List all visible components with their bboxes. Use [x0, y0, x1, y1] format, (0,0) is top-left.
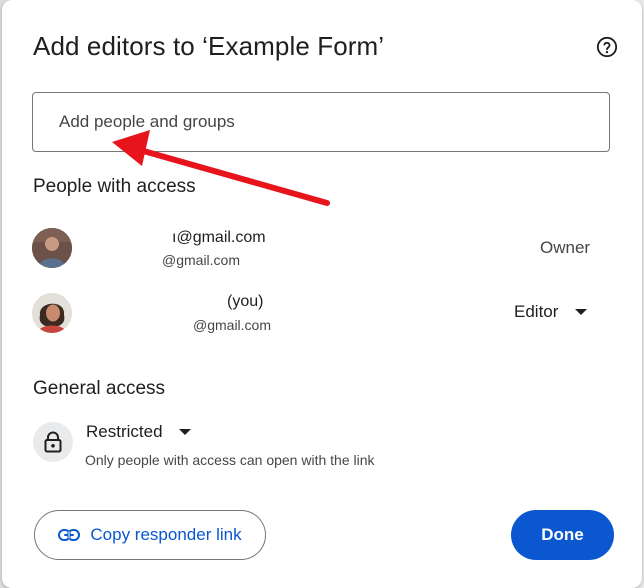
- done-button-label: Done: [541, 525, 584, 544]
- person-email: @gmail.com: [162, 252, 241, 268]
- people-section-title: People with access: [33, 176, 196, 197]
- caret-down-icon: [575, 309, 588, 315]
- general-access-dropdown[interactable]: Restricted: [86, 420, 191, 444]
- person-name: ı@gmail.com: [172, 229, 266, 246]
- avatar: [32, 293, 72, 333]
- avatar: [32, 228, 72, 268]
- general-access-title: General access: [33, 378, 166, 399]
- owner-role-label: Owner: [540, 238, 591, 257]
- copy-responder-link-button[interactable]: Copy responder link: [34, 510, 266, 560]
- copy-responder-link-label: Copy responder link: [90, 525, 242, 544]
- role-dropdown[interactable]: Editor: [514, 298, 594, 326]
- general-access-setting: Restricted: [86, 422, 163, 441]
- link-icon: [58, 529, 81, 541]
- add-people-input[interactable]: [32, 92, 610, 152]
- done-button[interactable]: Done: [511, 510, 614, 560]
- share-dialog: Add editors to ‘Example Form’ People wit…: [2, 0, 642, 588]
- general-access-description: Only people with access can open with th…: [85, 452, 375, 468]
- role-dropdown-label: Editor: [514, 302, 559, 321]
- help-circle-icon[interactable]: [596, 36, 618, 58]
- person-email: @gmail.com: [193, 317, 272, 333]
- dialog-title: Add editors to ‘Example Form’: [33, 31, 385, 61]
- lock-icon: [33, 422, 73, 462]
- person-name: (you): [227, 293, 264, 310]
- caret-down-icon: [178, 429, 191, 435]
